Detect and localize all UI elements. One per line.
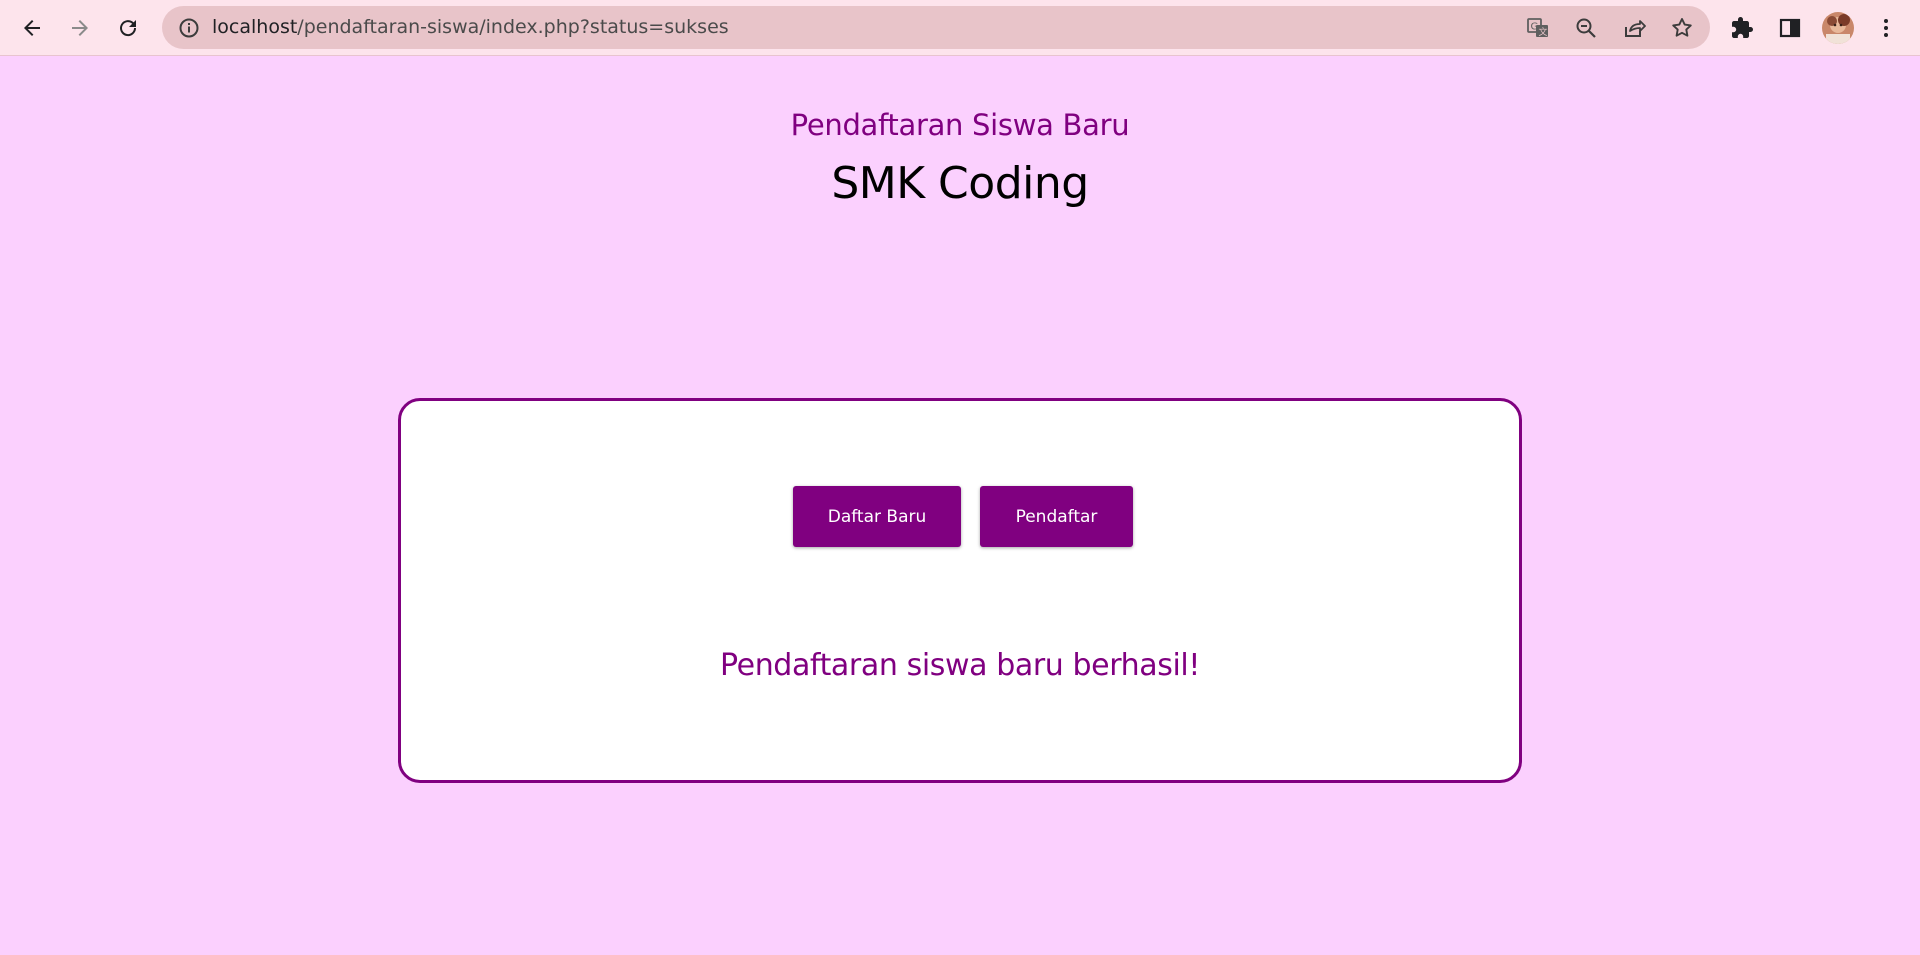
url-path: /pendaftaran-siswa/index.php?status=suks…	[297, 16, 729, 38]
page-subtitle: Pendaftaran Siswa Baru	[790, 108, 1130, 142]
back-arrow-icon[interactable]	[14, 10, 50, 46]
daftar-baru-button[interactable]: Daftar Baru	[793, 486, 961, 547]
url-text[interactable]: localhost/pendaftaran-siswa/index.php?st…	[212, 6, 729, 49]
svg-text:文: 文	[1539, 26, 1548, 38]
page-title: SMK Coding	[831, 158, 1089, 209]
content-card: Daftar Baru Pendaftar Pendaftaran siswa …	[398, 398, 1522, 783]
extensions-puzzle-icon[interactable]	[1724, 10, 1760, 46]
url-host: localhost	[212, 16, 298, 38]
share-icon[interactable]	[1621, 15, 1647, 41]
reload-icon[interactable]	[110, 10, 146, 46]
browser-toolbar: localhost/pendaftaran-siswa/index.php?st…	[0, 0, 1920, 56]
kebab-menu-icon[interactable]	[1868, 10, 1904, 46]
success-message: Pendaftaran siswa baru berhasil!	[720, 648, 1200, 683]
profile-avatar[interactable]	[1820, 10, 1856, 46]
pendaftar-button[interactable]: Pendaftar	[980, 486, 1133, 547]
site-info-icon[interactable]	[178, 17, 200, 39]
address-bar[interactable]: localhost/pendaftaran-siswa/index.php?st…	[162, 6, 1710, 49]
zoom-out-icon[interactable]	[1573, 15, 1599, 41]
forward-arrow-icon[interactable]	[62, 10, 98, 46]
translate-icon[interactable]: G文	[1525, 15, 1551, 41]
side-panel-icon[interactable]	[1772, 10, 1808, 46]
bookmark-star-icon[interactable]	[1669, 15, 1695, 41]
